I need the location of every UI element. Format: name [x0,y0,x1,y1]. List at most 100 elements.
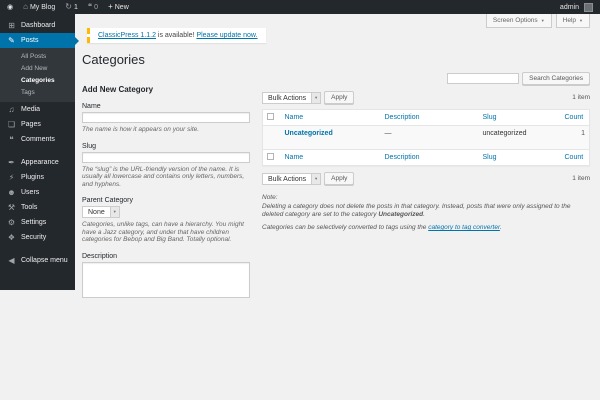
submenu-item-add-new[interactable]: Add New [0,63,75,75]
sidebar-item-label: Security [21,234,46,241]
sidebar-item-tools[interactable]: ⚒ Tools [0,200,75,215]
search-categories-button[interactable]: Search Categories [522,72,590,85]
help-label: Help [563,17,576,24]
sidebar-item-settings[interactable]: ⚙ Settings [0,215,75,230]
sort-description-column[interactable]: Description [385,114,420,121]
chevron-down-icon: ▼ [113,210,117,214]
category-description: — [381,126,479,150]
sidebar-item-comments[interactable]: ❝ Comments [0,132,75,147]
classicpress-logo-icon[interactable]: ◉ [7,3,13,11]
bulk-actions-select[interactable]: Bulk Actions ▼ [262,92,321,104]
submenu-item-categories[interactable]: Categories [0,75,75,87]
my-account-menu[interactable]: admin [560,3,593,12]
sidebar-item-pages[interactable]: ❏ Pages [0,117,75,132]
apply-button[interactable]: Apply [324,172,354,185]
sidebar-item-security[interactable]: ❖ Security [0,230,75,245]
comments-bubble-icon: ❝ [88,3,92,11]
sort-slug-column[interactable]: Slug [483,114,497,121]
add-category-form: Add New Category Name The name is how it… [82,69,250,298]
help-button[interactable]: Help ▼ [556,14,590,28]
menu-separator [0,245,75,253]
sort-description-column[interactable]: Description [385,154,420,161]
sidebar-item-label: Media [21,106,40,113]
comments-menu[interactable]: ❝ 0 [88,3,98,11]
sidebar-item-media[interactable]: ♫ Media [0,102,75,117]
user-name: admin [560,4,579,11]
sidebar-item-plugins[interactable]: ⚡ Plugins [0,170,75,185]
name-help-text: The name is how it appears on your site. [82,126,250,134]
media-icon: ♫ [7,106,16,114]
description-field[interactable] [82,262,250,298]
slug-help-text: The “slug” is the URL-friendly version o… [82,166,250,189]
new-content-menu[interactable]: + New [108,3,129,11]
category-slug: uncategorized [479,126,561,150]
updates-count: 1 [74,4,78,11]
sidebar-item-posts[interactable]: ✎ Posts [0,33,75,48]
search-input[interactable] [447,73,519,84]
name-label: Name [82,103,250,110]
appearance-icon: ✒ [7,159,16,167]
sort-count-column[interactable]: Count [565,114,584,121]
shield-icon: ❖ [7,234,16,242]
bulk-actions-value: Bulk Actions [263,176,311,183]
tablenav-top: Bulk Actions ▼ Apply 1 item [262,90,590,104]
slug-field[interactable] [82,152,250,163]
category-to-tag-converter-link[interactable]: category to tag converter [428,224,500,231]
sort-count-column[interactable]: Count [565,154,584,161]
note-text: . [423,211,425,218]
site-menu[interactable]: ⌂ My Blog [23,3,55,11]
table-header-row: Name Description Slug Count [263,110,590,126]
sidebar-item-label: Users [21,189,39,196]
comments-count: 0 [94,4,98,11]
avatar [584,3,593,12]
page-title: Categories [82,52,590,67]
submenu-item-all-posts[interactable]: All Posts [0,51,75,63]
sort-slug-column[interactable]: Slug [483,154,497,161]
category-count: 1 [561,126,590,150]
table-row: Uncategorized — uncategorized 1 [263,126,590,150]
bulk-actions-select[interactable]: Bulk Actions ▼ [262,173,321,185]
search-box: Search Categories [262,72,590,85]
select-all-checkbox[interactable] [267,113,274,120]
settings-gear-icon: ⚙ [7,219,16,227]
pages-icon: ❏ [7,121,16,129]
sidebar-item-dashboard[interactable]: ⊞ Dashboard [0,18,75,33]
sort-name-column[interactable]: Name [285,114,304,121]
admin-bar-left: ◉ ⌂ My Blog ↻ 1 ❝ 0 + New [7,3,129,11]
sidebar-item-label: Comments [21,136,55,143]
select-arrow-icon: ▼ [110,207,119,217]
comments-icon: ❝ [7,136,16,144]
update-now-link[interactable]: Please update now. [196,32,257,39]
updates-menu[interactable]: ↻ 1 [65,3,78,11]
name-field[interactable] [82,112,250,123]
submenu-item-tags[interactable]: Tags [0,87,75,99]
screen-options-button[interactable]: Screen Options ▼ [486,14,552,28]
parent-category-value: None [83,209,110,216]
select-all-checkbox[interactable] [267,153,274,160]
screen-options-label: Screen Options [493,17,538,24]
sort-name-column[interactable]: Name [285,154,304,161]
sidebar-item-label: Plugins [21,174,44,181]
menu-separator [0,147,75,155]
category-name-link[interactable]: Uncategorized [285,130,333,137]
chevron-down-icon: ▼ [314,177,318,181]
admin-bar-right: admin [560,3,593,12]
parent-category-help-text: Categories, unlike tags, can have a hier… [82,221,250,244]
classicpress-version-link[interactable]: ClassicPress 1.1.2 [98,32,156,39]
table-footer-row: Name Description Slug Count [263,150,590,166]
main-content: Screen Options ▼ Help ▼ ClassicPress 1.1… [75,14,600,298]
sidebar-item-label: Settings [21,219,46,226]
chevron-down-icon: ▼ [314,96,318,100]
parent-category-label: Parent Category [82,197,250,204]
sidebar-item-collapse-menu[interactable]: ◀ Collapse menu [0,253,75,268]
update-icon: ↻ [65,3,72,11]
site-name: My Blog [30,4,55,11]
categories-table: Name Description Slug Count Uncategorize… [262,109,590,166]
apply-button[interactable]: Apply [324,91,354,104]
sidebar-item-appearance[interactable]: ✒ Appearance [0,155,75,170]
sidebar-item-users[interactable]: ☻ Users [0,185,75,200]
parent-category-select[interactable]: None ▼ [82,206,120,218]
note-text: . [500,224,502,231]
note-text: Categories can be selectively converted … [262,224,428,231]
screen-meta: Screen Options ▼ Help ▼ [486,14,590,28]
